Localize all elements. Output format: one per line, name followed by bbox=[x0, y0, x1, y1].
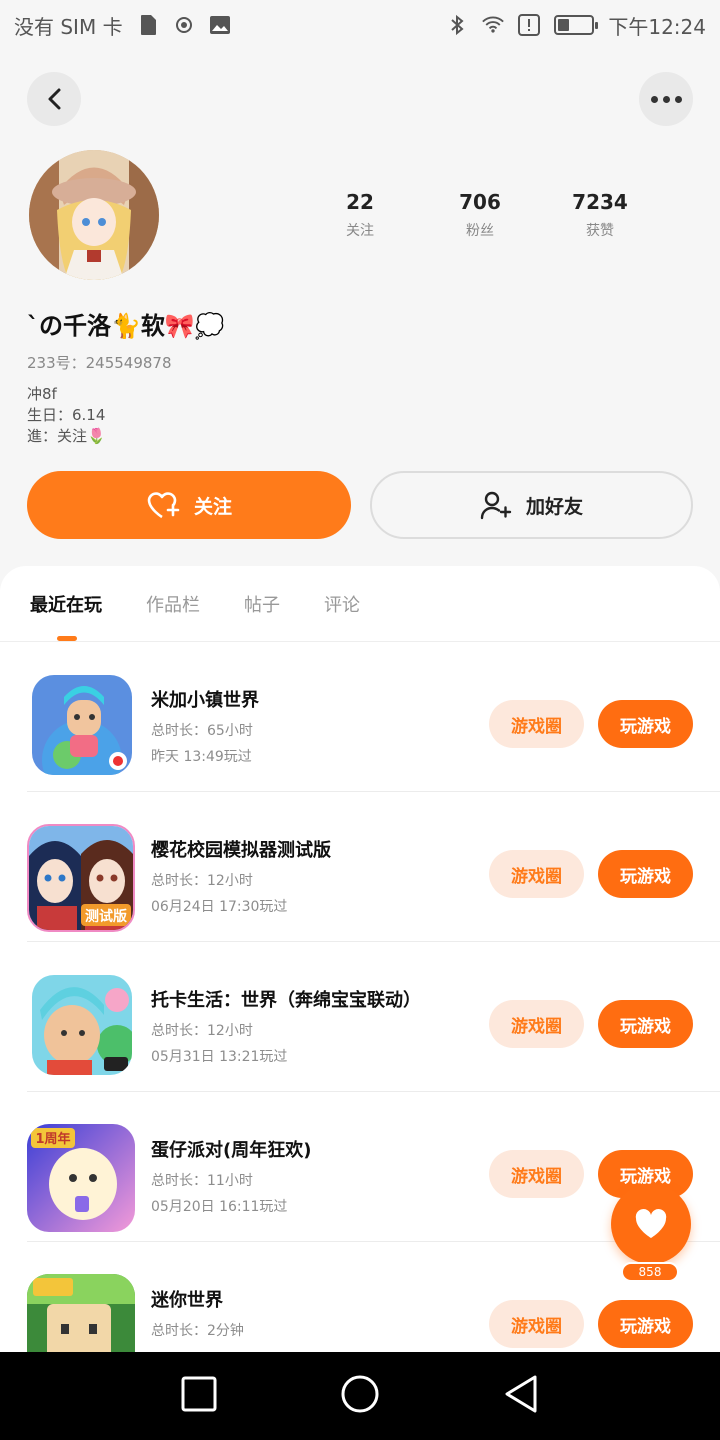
nickname: `の千洛🐈软🎀💭 bbox=[27, 312, 225, 340]
game-last-played: 05月20日 16:11玩过 bbox=[151, 1199, 288, 1215]
game-circle-button[interactable]: 游戏圈 bbox=[489, 700, 584, 748]
game-last-played: 05月31日 13:21玩过 bbox=[151, 1049, 288, 1065]
square-icon bbox=[181, 1376, 217, 1412]
tab-works[interactable]: 作品栏 bbox=[146, 591, 200, 617]
alert-icon bbox=[518, 14, 541, 36]
more-options-button[interactable] bbox=[639, 72, 693, 126]
game-title: 迷你世界 bbox=[151, 1290, 223, 1311]
game-last-played: 06月24日 17:30玩过 bbox=[151, 899, 288, 915]
game-title: 米加小镇世界 bbox=[151, 690, 259, 711]
game-row[interactable]: 迷你世界 总时长：2分钟 游戏圈 玩游戏 bbox=[27, 1242, 720, 1352]
game-icon[interactable]: 1周年 bbox=[27, 1124, 135, 1232]
game-total-time: 总时长：12小时 bbox=[151, 873, 253, 889]
stat-label: 获赞 bbox=[586, 223, 614, 239]
home-button[interactable] bbox=[340, 1374, 380, 1418]
play-game-button[interactable]: 玩游戏 bbox=[598, 850, 693, 898]
game-icon[interactable] bbox=[32, 975, 132, 1075]
system-nav-bar bbox=[0, 1352, 720, 1440]
battery-icon bbox=[554, 15, 599, 35]
stat-label: 粉丝 bbox=[466, 223, 494, 239]
game-row[interactable]: 托卡生活：世界（奔绵宝宝联动） 总时长：12小时 05月31日 13:21玩过 游… bbox=[27, 942, 720, 1092]
triangle-back-icon bbox=[505, 1375, 537, 1413]
game-title: 托卡生活：世界（奔绵宝宝联动） bbox=[151, 990, 421, 1011]
stat-value: 706 bbox=[459, 190, 501, 214]
stat-followers[interactable]: 706 粉丝 bbox=[420, 190, 540, 240]
game-circle-button[interactable]: 游戏圈 bbox=[489, 1000, 584, 1048]
add-friend-button[interactable]: 加好友 bbox=[370, 471, 693, 539]
clock-text: 下午12:24 bbox=[608, 14, 706, 39]
game-icon[interactable] bbox=[32, 675, 132, 775]
stat-value: 7234 bbox=[572, 190, 628, 214]
follow-button[interactable]: 关注 bbox=[27, 471, 351, 539]
add-friend-label: 加好友 bbox=[525, 495, 583, 518]
heart-plus-icon bbox=[147, 492, 180, 519]
game-meta: 总时长：12小时 06月24日 17:30玩过 bbox=[151, 868, 287, 920]
game-meta: 总时长：11小时 05月20日 16:11玩过 bbox=[151, 1168, 287, 1220]
game-total-time: 总时长：12小时 bbox=[151, 1023, 253, 1039]
stat-value: 22 bbox=[346, 190, 374, 214]
game-total-time: 总时长：65小时 bbox=[151, 723, 253, 739]
recents-button[interactable] bbox=[181, 1376, 217, 1416]
avatar[interactable] bbox=[29, 150, 159, 280]
add-user-icon bbox=[480, 491, 512, 520]
tab-bar: 最近在玩 作品栏 帖子 评论 bbox=[0, 566, 720, 642]
bio: 冲8f 生日：6.14 進：关注🌷 bbox=[27, 385, 106, 445]
play-game-button[interactable]: 玩游戏 bbox=[598, 700, 693, 748]
game-meta: 总时长：2分钟 bbox=[151, 1318, 244, 1344]
stat-following[interactable]: 22 关注 bbox=[300, 190, 420, 240]
game-icon[interactable] bbox=[27, 1274, 135, 1352]
circle-icon bbox=[341, 1375, 379, 1413]
wifi-icon bbox=[482, 14, 505, 36]
tab-comments[interactable]: 评论 bbox=[324, 591, 360, 617]
play-game-button[interactable]: 玩游戏 bbox=[598, 1300, 693, 1348]
game-row[interactable]: 米加小镇世界 总时长：65小时 昨天 13:49玩过 游戏圈 玩游戏 bbox=[27, 642, 720, 792]
game-title: 蛋仔派对(周年狂欢) bbox=[151, 1140, 312, 1161]
game-meta: 总时长：65小时 昨天 13:49玩过 bbox=[151, 718, 253, 770]
back-button[interactable] bbox=[27, 72, 81, 126]
hotspot-icon bbox=[173, 14, 195, 36]
game-badge-text: 测试版 bbox=[85, 908, 127, 925]
play-game-button[interactable]: 玩游戏 bbox=[598, 1000, 693, 1048]
game-icon[interactable]: 测试版 bbox=[27, 824, 135, 932]
more-dots-icon bbox=[650, 95, 682, 103]
game-title: 樱花校园模拟器测试版 bbox=[151, 840, 331, 861]
bluetooth-icon bbox=[446, 14, 468, 36]
stat-label: 关注 bbox=[346, 223, 374, 239]
carrier-text: 没有 SIM 卡 bbox=[14, 14, 123, 39]
like-fab-button[interactable] bbox=[611, 1184, 691, 1264]
profile-stats: 22 关注 706 粉丝 7234 获赞 bbox=[300, 190, 660, 240]
follow-label: 关注 bbox=[193, 495, 232, 518]
image-icon bbox=[209, 14, 231, 36]
stat-likes[interactable]: 7234 获赞 bbox=[540, 190, 660, 240]
game-circle-button[interactable]: 游戏圈 bbox=[489, 850, 584, 898]
game-circle-button[interactable]: 游戏圈 bbox=[489, 1300, 584, 1348]
user-id: 233号：245549878 bbox=[27, 354, 172, 372]
back-nav-button[interactable] bbox=[503, 1374, 539, 1418]
sd-card-icon bbox=[137, 14, 159, 36]
game-row[interactable]: 测试版 樱花校园模拟器测试版 总时长：12小时 06月24日 17:30玩过 游戏… bbox=[27, 792, 720, 942]
game-badge-text: 1周年 bbox=[35, 1131, 70, 1147]
heart-icon bbox=[635, 1209, 667, 1238]
game-total-time: 总时长：11小时 bbox=[151, 1173, 253, 1189]
tab-recently-played[interactable]: 最近在玩 bbox=[30, 591, 102, 617]
like-count: 858 bbox=[621, 1262, 679, 1282]
game-total-time: 总时长：2分钟 bbox=[151, 1323, 244, 1339]
status-bar: 没有 SIM 卡 下午12:24 bbox=[0, 0, 720, 50]
tab-posts[interactable]: 帖子 bbox=[244, 591, 280, 617]
tab-indicator bbox=[57, 636, 77, 641]
game-circle-button[interactable]: 游戏圈 bbox=[489, 1150, 584, 1198]
game-last-played: 昨天 13:49玩过 bbox=[151, 749, 252, 765]
game-meta: 总时长：12小时 05月31日 13:21玩过 bbox=[151, 1018, 287, 1070]
chevron-left-icon bbox=[48, 88, 61, 110]
